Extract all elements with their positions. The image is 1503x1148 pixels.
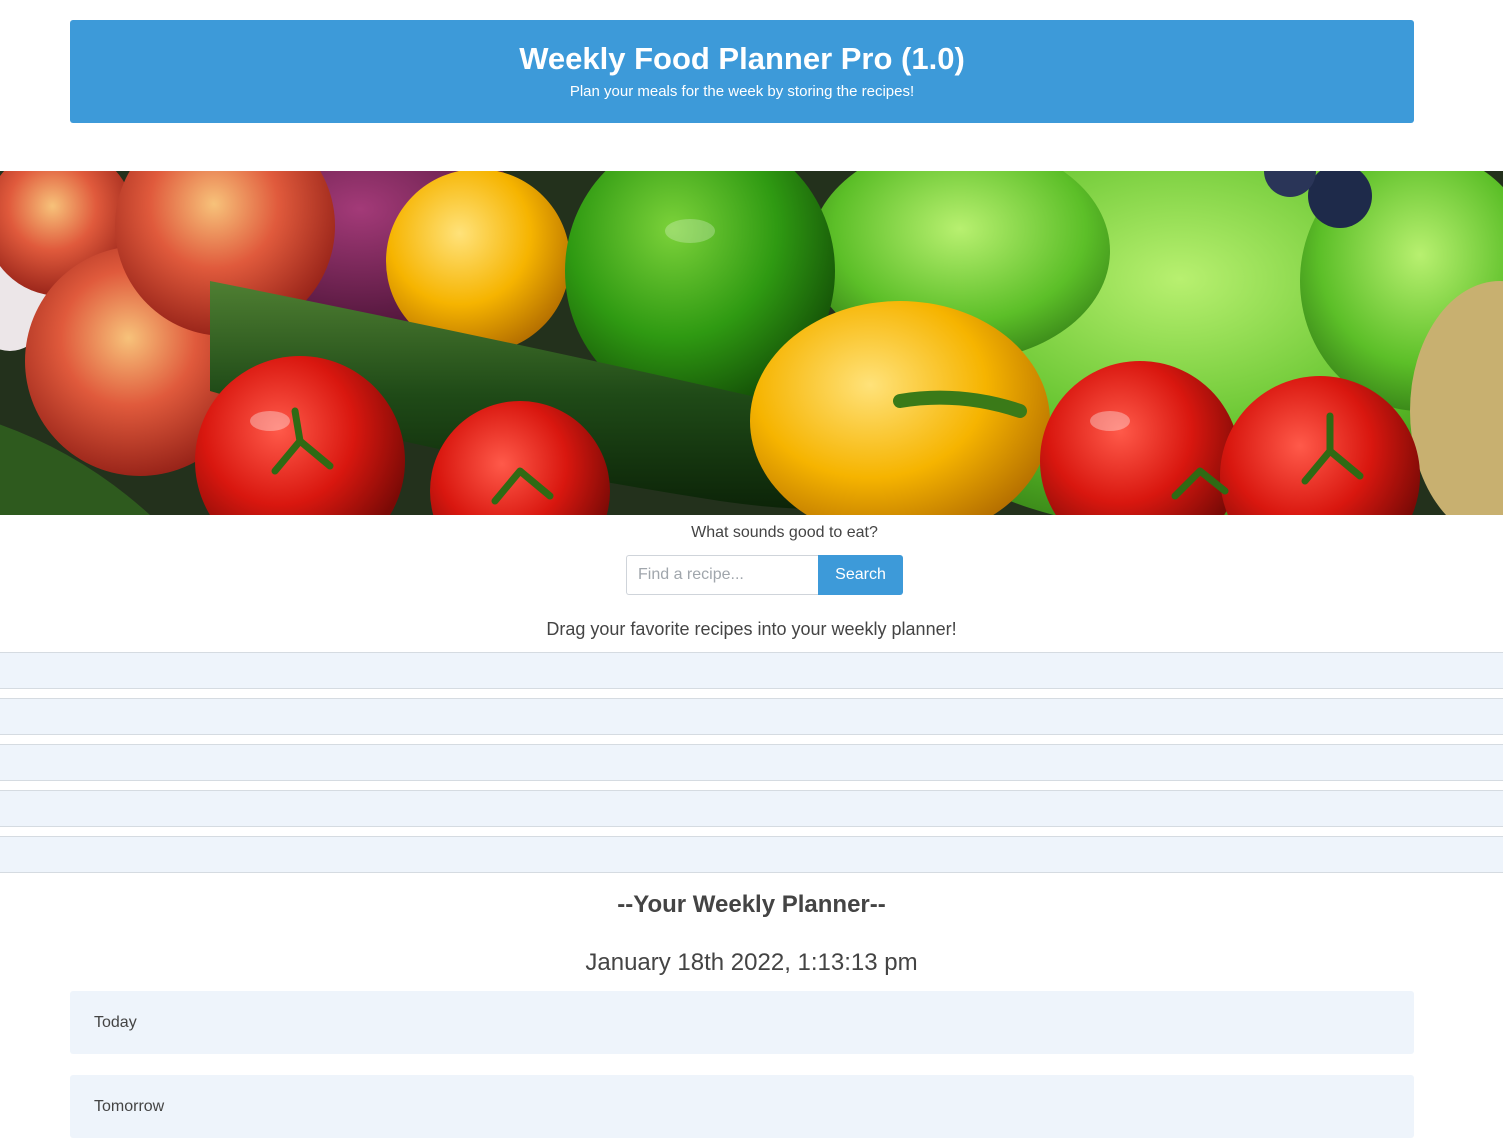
recipe-result-slot[interactable] (0, 790, 1503, 827)
planner-day-label: Today (94, 1013, 137, 1031)
recipe-result-slot[interactable] (0, 744, 1503, 781)
app-title: Weekly Food Planner Pro (1.0) (519, 41, 965, 76)
app-header: Weekly Food Planner Pro (1.0) Plan your … (70, 20, 1414, 123)
page: Weekly Food Planner Pro (1.0) Plan your … (0, 0, 1503, 1148)
search-prompt: What sounds good to eat? (691, 524, 878, 541)
recipe-result-slot[interactable] (0, 652, 1503, 689)
drag-instruction: Drag your favorite recipes into your wee… (546, 619, 957, 639)
planner-title: --Your Weekly Planner-- (617, 891, 886, 918)
recipe-search-input[interactable] (626, 555, 818, 595)
planner-day-today[interactable]: Today (70, 991, 1414, 1054)
planner-day-tomorrow[interactable]: Tomorrow (70, 1075, 1414, 1138)
recipe-search-form: Search (626, 555, 903, 595)
recipe-results-list (0, 652, 1503, 882)
recipe-result-slot[interactable] (0, 836, 1503, 873)
current-datetime: January 18th 2022, 1:13:13 pm (585, 949, 918, 976)
app-subtitle: Plan your meals for the week by storing … (569, 83, 915, 100)
planner-day-label: Tomorrow (94, 1097, 165, 1115)
hero-banner-image (0, 171, 1503, 515)
search-button[interactable]: Search (818, 555, 903, 595)
recipe-result-slot[interactable] (0, 698, 1503, 735)
